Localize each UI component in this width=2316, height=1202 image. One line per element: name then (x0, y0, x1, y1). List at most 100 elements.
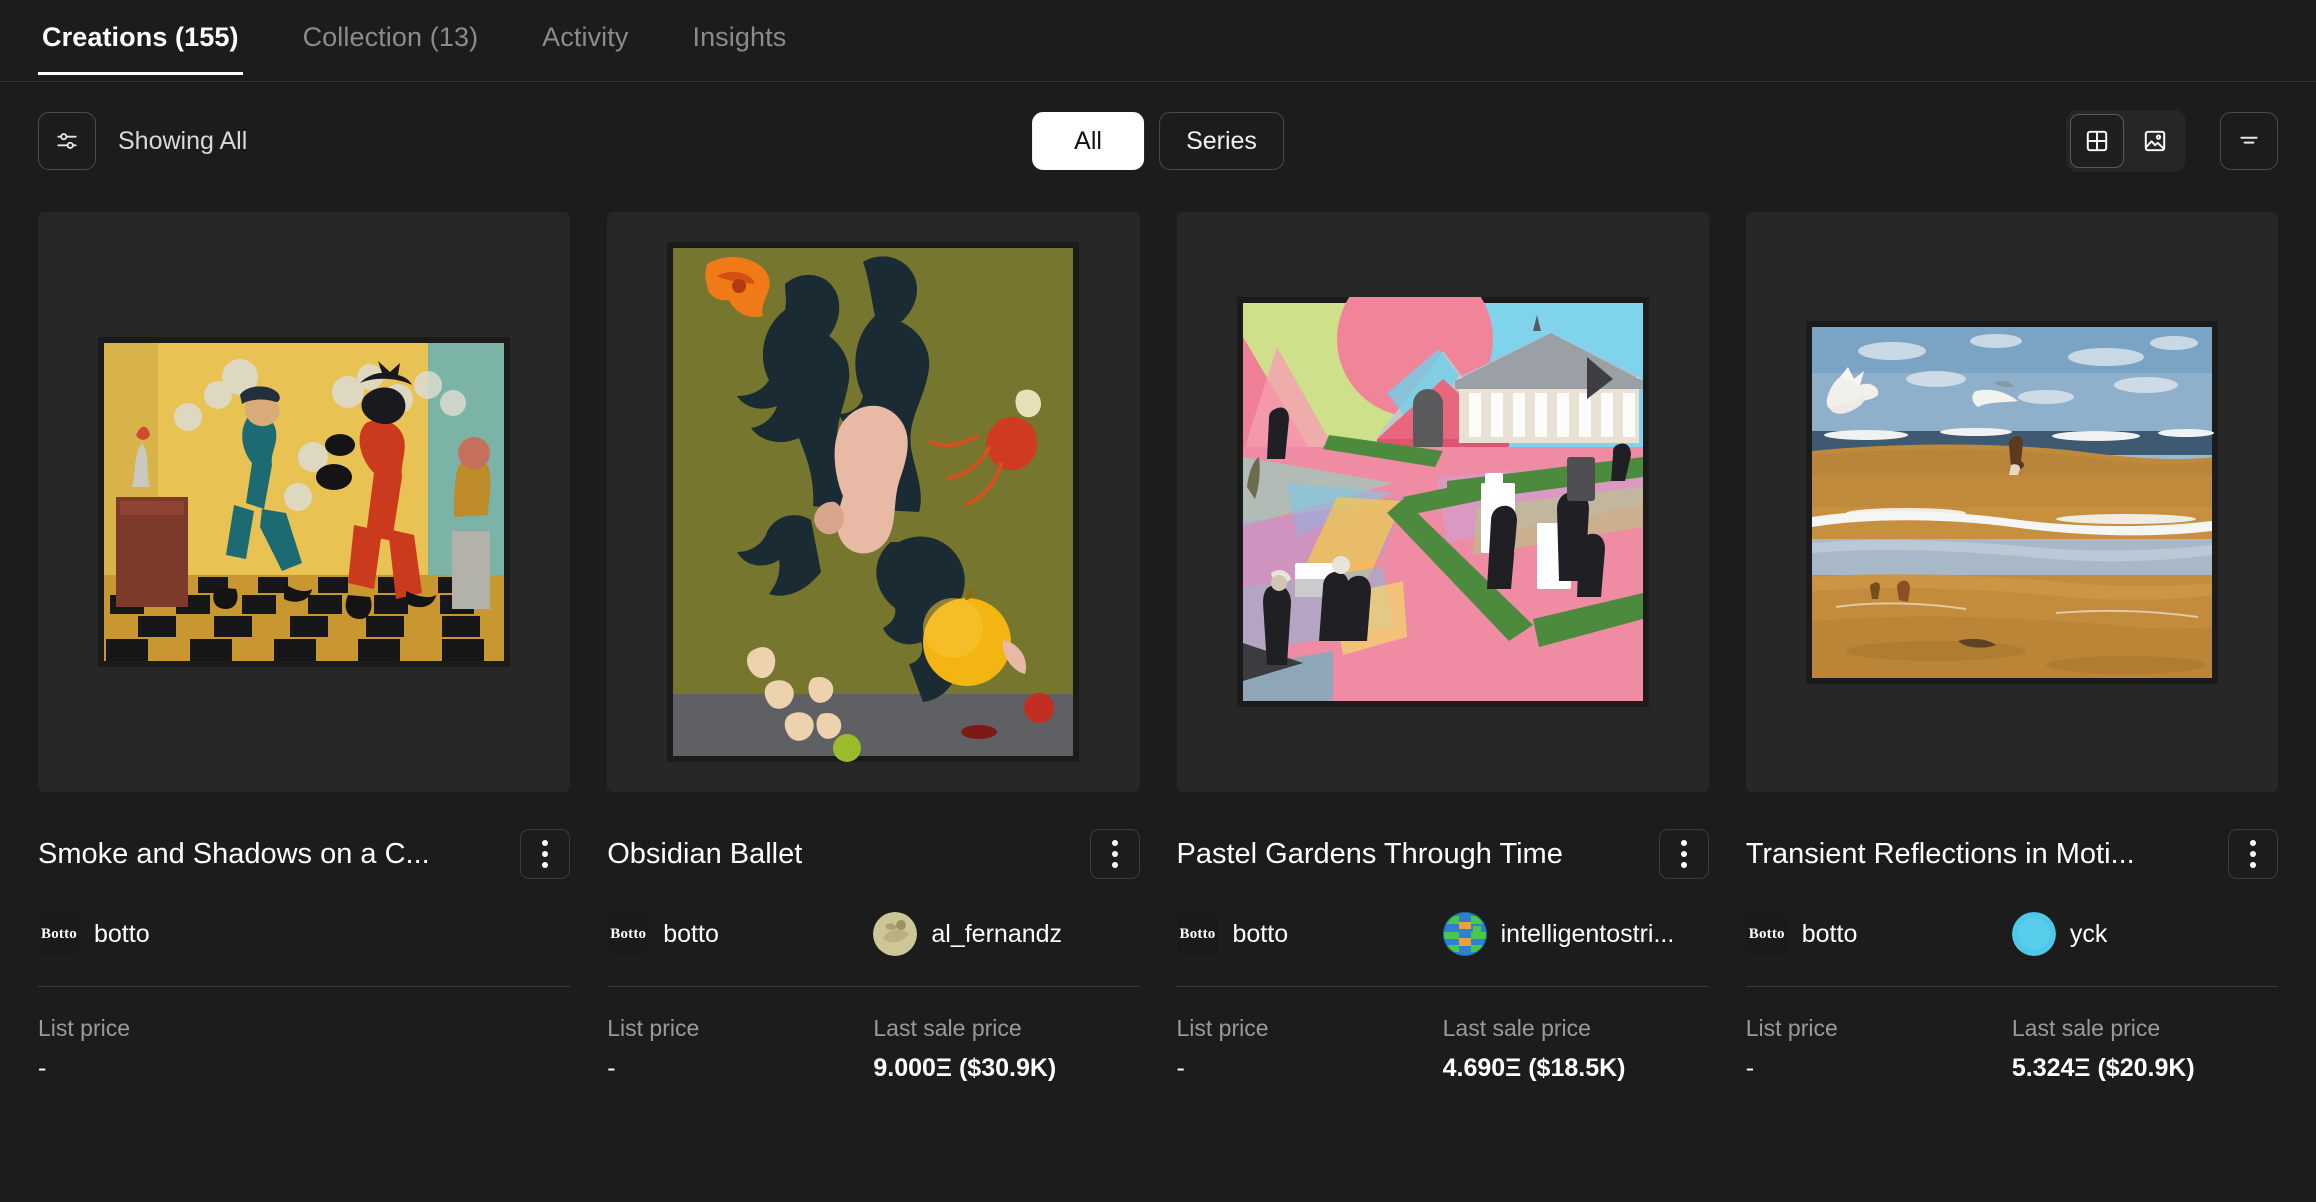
artwork-beach-seascape (1805, 320, 2218, 684)
card-prices: List price - Last sale price 9.000Ξ ($30… (607, 1015, 1139, 1084)
card-menu-button[interactable] (520, 829, 571, 879)
artwork-two-figures-checkered-floor (98, 337, 511, 667)
kebab-dot (1680, 862, 1687, 868)
owner-avatar (873, 912, 918, 956)
toolbar-left-group: Showing All (38, 112, 247, 170)
creation-card: Smoke and Shadows on a C... Botto botto … (38, 212, 571, 1084)
last-sale-price-cell: Last sale price 5.324Ξ ($20.9K) (2012, 1015, 2278, 1084)
kebab-dot (1111, 851, 1118, 857)
owner-name: al_fernandz (931, 919, 1063, 948)
last-sale-price-cell: Last sale price 9.000Ξ ($30.9K) (873, 1015, 1139, 1084)
view-grid-button[interactable] (2070, 114, 2124, 168)
creator-link[interactable]: Botto botto (1745, 913, 2012, 955)
card-divider (38, 986, 571, 987)
tab-insights[interactable]: Insights (688, 22, 790, 75)
last-sale-price-label: Last sale price (873, 1015, 1022, 1041)
creation-card: Obsidian Ballet Botto botto al_fernandz … (607, 212, 1140, 1084)
list-price-label: List price (607, 1015, 700, 1041)
card-divider (1745, 986, 2278, 987)
artwork-thumbnail[interactable] (1176, 212, 1709, 792)
botto-badge-icon: Botto (38, 913, 80, 955)
botto-badge-label: Botto (1748, 925, 1785, 942)
botto-badge-icon: Botto (607, 913, 650, 955)
card-header: Smoke and Shadows on a C... (38, 828, 571, 880)
artwork-thumbnail[interactable] (607, 212, 1140, 792)
creations-grid: Smoke and Shadows on a C... Botto botto … (0, 200, 2316, 1084)
artwork-obsidian-figures-olive (667, 242, 1080, 762)
kebab-dot (542, 840, 549, 846)
card-divider (607, 986, 1140, 987)
list-price-cell: List price - (38, 1015, 304, 1084)
tab-creations[interactable]: Creations (155) (38, 22, 243, 75)
list-price-label: List price (38, 1015, 131, 1041)
card-menu-button[interactable] (1658, 829, 1709, 879)
toolbar-right-group (2066, 110, 2278, 172)
owner-link[interactable]: al_fernandz (873, 912, 1139, 956)
owner-name: yck (2069, 919, 2108, 948)
kebab-dot (1680, 840, 1687, 846)
card-title[interactable]: Obsidian Ballet (607, 838, 802, 871)
card-divider (1176, 986, 1709, 987)
owner-avatar (2011, 912, 2056, 956)
view-mode-group (2066, 110, 2186, 172)
card-title[interactable]: Smoke and Shadows on a C... (38, 838, 430, 871)
sort-filter-button[interactable] (2220, 112, 2278, 170)
tab-bar: Creations (155) Collection (13) Activity… (0, 0, 2316, 82)
card-people: Botto botto (1176, 908, 1709, 960)
last-sale-price-cell: Last sale price 4.690Ξ ($18.5K) (1443, 1015, 1709, 1084)
card-people: Botto botto al_fernandz (607, 908, 1139, 960)
tab-collection[interactable]: Collection (13) (299, 22, 483, 75)
kebab-dot (2250, 840, 2256, 846)
segment-series[interactable]: Series (1159, 112, 1284, 170)
filter-sort-icon (2240, 136, 2258, 144)
card-header: Obsidian Ballet (607, 828, 1140, 880)
card-title[interactable]: Pastel Gardens Through Time (1177, 838, 1563, 871)
last-sale-price-value: 9.000Ξ ($30.9K) (873, 1054, 1057, 1082)
list-price-value: - (1745, 1054, 1755, 1082)
list-price-label: List price (1745, 1015, 1838, 1041)
creator-name: botto (94, 919, 150, 948)
segment-all[interactable]: All (1032, 112, 1145, 170)
list-price-cell: List price - (1177, 1015, 1443, 1084)
avatar-image (2011, 912, 2056, 956)
botto-badge-icon: Botto (1176, 913, 1219, 955)
card-people: Botto botto (38, 908, 570, 960)
owner-link[interactable]: intelligentostri... (1442, 912, 1709, 956)
tab-activity[interactable]: Activity (538, 22, 632, 75)
card-menu-button[interactable] (2228, 829, 2278, 879)
kebab-dot (2250, 862, 2256, 868)
creator-link[interactable]: Botto botto (38, 913, 304, 955)
card-header: Pastel Gardens Through Time (1177, 828, 1709, 880)
list-price-value: - (607, 1054, 616, 1082)
avatar-image (1442, 912, 1487, 956)
list-price-value: - (38, 1054, 47, 1082)
last-sale-price-label: Last sale price (2011, 1015, 2161, 1041)
owner-name: intelligentostri... (1500, 919, 1675, 948)
artwork-thumbnail[interactable] (38, 212, 571, 792)
sliders-filter-button[interactable] (38, 112, 96, 170)
creator-name: botto (1801, 919, 1858, 948)
creator-link[interactable]: Botto botto (1176, 913, 1443, 955)
last-sale-price-label: Last sale price (1442, 1015, 1591, 1041)
card-menu-button[interactable] (1089, 829, 1140, 879)
card-prices: List price - (38, 1015, 570, 1084)
creator-link[interactable]: Botto botto (607, 913, 873, 955)
artwork-pastel-geometric-garden (1236, 297, 1649, 707)
botto-badge-label: Botto (41, 925, 77, 942)
avatar-image (873, 912, 918, 956)
view-image-button[interactable] (2128, 114, 2182, 168)
creation-card: Transient Reflections in Moti... Botto b… (1745, 212, 2278, 1084)
kebab-dot (2250, 851, 2256, 857)
botto-badge-label: Botto (610, 925, 647, 942)
artwork-thumbnail[interactable] (1745, 212, 2278, 792)
card-title[interactable]: Transient Reflections in Moti... (1746, 838, 2135, 871)
list-price-cell: List price - (607, 1015, 873, 1084)
image-view-icon (2144, 130, 2166, 152)
segmented-control: All Series (1032, 112, 1284, 170)
last-sale-price-value: 5.324Ξ ($20.9K) (2011, 1054, 2195, 1082)
creation-card: Pastel Gardens Through Time Botto botto (1176, 212, 1709, 1084)
owner-link[interactable]: yck (2011, 912, 2278, 956)
botto-badge-icon: Botto (1745, 913, 1788, 955)
list-price-label: List price (1176, 1015, 1269, 1041)
card-header: Transient Reflections in Moti... (1746, 828, 2278, 880)
